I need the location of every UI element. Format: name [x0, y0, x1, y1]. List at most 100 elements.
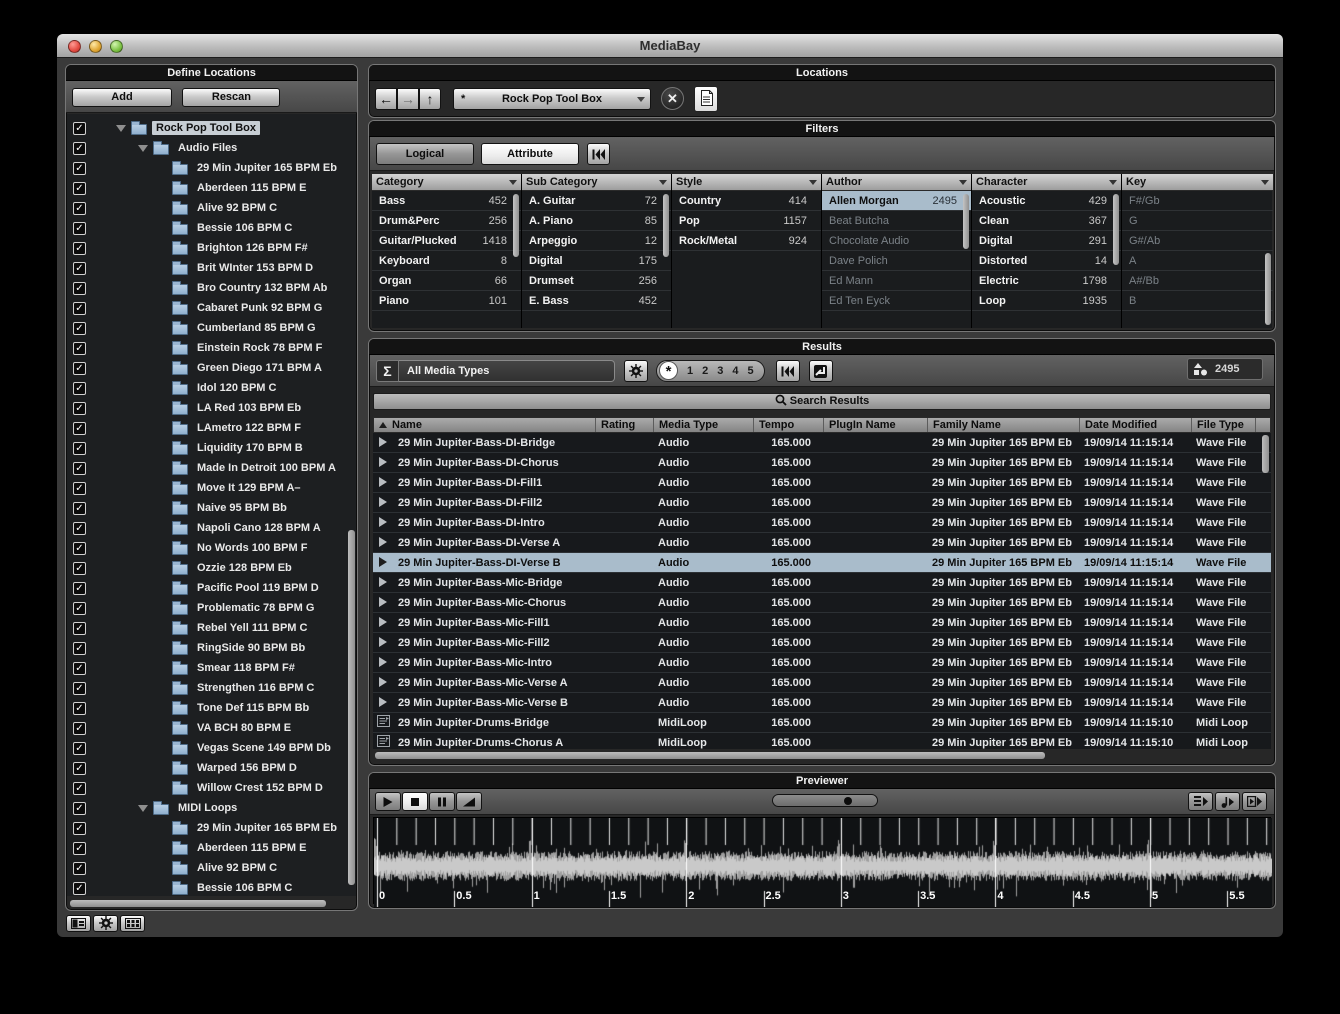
- filter-item[interactable]: Guitar/Plucked1418: [372, 231, 521, 251]
- audio-play-icon[interactable]: [373, 674, 393, 692]
- filter-item[interactable]: Ed Mann: [822, 271, 971, 291]
- filter-item[interactable]: Arpeggio12: [522, 231, 671, 251]
- audio-play-icon[interactable]: [373, 434, 393, 452]
- result-row[interactable]: 29 Min Jupiter-Drums-BridgeMidiLoop165.0…: [373, 713, 1271, 733]
- tree-item[interactable]: ✓LAmetro 122 BPM F: [67, 418, 356, 438]
- rating-any-icon[interactable]: *: [659, 361, 678, 380]
- filter-column-header[interactable]: Author: [822, 174, 971, 191]
- column-header-date-modified[interactable]: Date Modified: [1080, 418, 1192, 432]
- tree-item[interactable]: ✓Cumberland 85 BPM G: [67, 318, 356, 338]
- filter-item[interactable]: F#/Gb: [1122, 191, 1273, 211]
- filter-item[interactable]: Digital291: [972, 231, 1121, 251]
- filter-item[interactable]: Dave Polich: [822, 251, 971, 271]
- forward-button[interactable]: →: [397, 88, 419, 110]
- audio-play-icon[interactable]: [373, 534, 393, 552]
- result-row[interactable]: 29 Min Jupiter-Bass-Mic-Fill1Audio165.00…: [373, 613, 1271, 633]
- filter-item[interactable]: Digital175: [522, 251, 671, 271]
- filter-item[interactable]: Drum&Perc256: [372, 211, 521, 231]
- tree-item[interactable]: ✓Warped 156 BPM D: [67, 758, 356, 778]
- checkbox-checked-icon[interactable]: ✓: [73, 482, 86, 495]
- tree-item[interactable]: ✓Einstein Rock 78 BPM F: [67, 338, 356, 358]
- result-row[interactable]: 29 Min Jupiter-Drums-Chorus AMidiLoop165…: [373, 733, 1271, 749]
- search-results-bar[interactable]: Search Results: [373, 393, 1271, 410]
- rating-value[interactable]: 2: [702, 365, 708, 377]
- checkbox-checked-icon[interactable]: ✓: [73, 522, 86, 535]
- tree-item[interactable]: ✓Liquidity 170 BPM B: [67, 438, 356, 458]
- filter-item[interactable]: A: [1122, 251, 1273, 271]
- attribute-tab[interactable]: Attribute: [481, 143, 579, 165]
- audio-play-icon[interactable]: [373, 654, 393, 672]
- filter-item[interactable]: Bass452: [372, 191, 521, 211]
- stop-button[interactable]: [402, 792, 428, 811]
- scrollbar-thumb[interactable]: [963, 194, 969, 249]
- column-header-media-type[interactable]: Media Type: [654, 418, 754, 432]
- up-button[interactable]: ↑: [419, 88, 441, 110]
- checkbox-checked-icon[interactable]: ✓: [73, 322, 86, 335]
- filter-item[interactable]: G: [1122, 211, 1273, 231]
- pause-button[interactable]: [429, 792, 455, 811]
- checkbox-checked-icon[interactable]: ✓: [73, 402, 86, 415]
- checkbox-checked-icon[interactable]: ✓: [73, 622, 86, 635]
- tree-item[interactable]: ✓Alive 92 BPM C: [67, 198, 356, 218]
- filter-item[interactable]: A. Guitar72: [522, 191, 671, 211]
- rating-value[interactable]: 5: [748, 365, 754, 377]
- checkbox-checked-icon[interactable]: ✓: [73, 362, 86, 375]
- filter-item[interactable]: Ed Ten Eyck: [822, 291, 971, 311]
- play-in-project-toggle[interactable]: [1215, 792, 1240, 811]
- filter-item[interactable]: Rock/Metal924: [672, 231, 821, 251]
- rescan-button[interactable]: Rescan: [182, 88, 280, 107]
- filter-item[interactable]: A#/Bb: [1122, 271, 1273, 291]
- checkbox-checked-icon[interactable]: ✓: [73, 122, 86, 135]
- rating-filter[interactable]: * 12345: [656, 360, 765, 382]
- remove-location-button[interactable]: ✕: [661, 87, 684, 110]
- result-row[interactable]: 29 Min Jupiter-Bass-Mic-Verse BAudio165.…: [373, 693, 1271, 713]
- midi-loop-icon[interactable]: [373, 734, 393, 750]
- back-button[interactable]: ←: [375, 88, 397, 110]
- media-type-select[interactable]: All Media Types: [399, 360, 615, 382]
- tree-item[interactable]: ✓Cabaret Punk 92 BPM G: [67, 298, 356, 318]
- checkbox-checked-icon[interactable]: ✓: [73, 142, 86, 155]
- tree-item[interactable]: ✓29 Min Jupiter 165 BPM Eb: [67, 158, 356, 178]
- tree-item[interactable]: ✓Brit WInter 153 BPM D: [67, 258, 356, 278]
- tree-item[interactable]: ✓Made In Detroit 100 BPM A: [67, 458, 356, 478]
- checkbox-checked-icon[interactable]: ✓: [73, 222, 86, 235]
- auto-play-toggle[interactable]: [1188, 792, 1213, 811]
- scrollbar-thumb[interactable]: [1113, 194, 1119, 265]
- result-row[interactable]: 29 Min Jupiter-Bass-Mic-IntroAudio165.00…: [373, 653, 1271, 673]
- expand-triangle-icon[interactable]: [138, 145, 148, 152]
- checkbox-checked-icon[interactable]: ✓: [73, 262, 86, 275]
- filter-column-header[interactable]: Key: [1122, 174, 1273, 191]
- tree-item[interactable]: ✓Willow Crest 152 BPM D: [67, 778, 356, 798]
- checkbox-checked-icon[interactable]: ✓: [73, 882, 86, 895]
- result-row[interactable]: 29 Min Jupiter-Bass-Mic-Fill2Audio165.00…: [373, 633, 1271, 653]
- filter-item[interactable]: Country414: [672, 191, 821, 211]
- tree-item[interactable]: ✓Bessie 106 BPM C: [67, 218, 356, 238]
- filter-item[interactable]: A. Piano85: [522, 211, 671, 231]
- tree-item[interactable]: ✓Rebel Yell 111 BPM C: [67, 618, 356, 638]
- tree-item[interactable]: ✓Aberdeen 115 BPM E: [67, 178, 356, 198]
- expand-triangle-icon[interactable]: [116, 125, 126, 132]
- checkbox-checked-icon[interactable]: ✓: [73, 822, 86, 835]
- filter-item[interactable]: Allen Morgan2495: [822, 191, 971, 211]
- checkbox-checked-icon[interactable]: ✓: [73, 662, 86, 675]
- filter-item[interactable]: Loop1935: [972, 291, 1121, 311]
- tree-item[interactable]: ✓LA Red 103 BPM Eb: [67, 398, 356, 418]
- align-beats-toggle[interactable]: [1242, 792, 1267, 811]
- results-reset-button[interactable]: [776, 360, 800, 382]
- filter-item[interactable]: E. Bass452: [522, 291, 671, 311]
- checkbox-checked-icon[interactable]: ✓: [73, 762, 86, 775]
- audio-play-icon[interactable]: [373, 554, 393, 572]
- tree-item[interactable]: ✓Alive 92 BPM C: [67, 858, 356, 878]
- column-header-name[interactable]: Name: [374, 418, 596, 432]
- result-settings-button[interactable]: [624, 360, 648, 382]
- checkbox-checked-icon[interactable]: ✓: [73, 462, 86, 475]
- expand-triangle-icon[interactable]: [138, 805, 148, 812]
- result-row[interactable]: 29 Min Jupiter-Bass-DI-Fill2Audio165.000…: [373, 493, 1271, 513]
- scrollbar-thumb[interactable]: [513, 194, 519, 257]
- rating-value[interactable]: 4: [732, 365, 738, 377]
- audio-play-icon[interactable]: [373, 454, 393, 472]
- tree-item[interactable]: ✓Napoli Cano 128 BPM A: [67, 518, 356, 538]
- checkbox-checked-icon[interactable]: ✓: [73, 682, 86, 695]
- result-row[interactable]: 29 Min Jupiter-Bass-Mic-BridgeAudio165.0…: [373, 573, 1271, 593]
- volume-slider-handle[interactable]: [844, 797, 852, 805]
